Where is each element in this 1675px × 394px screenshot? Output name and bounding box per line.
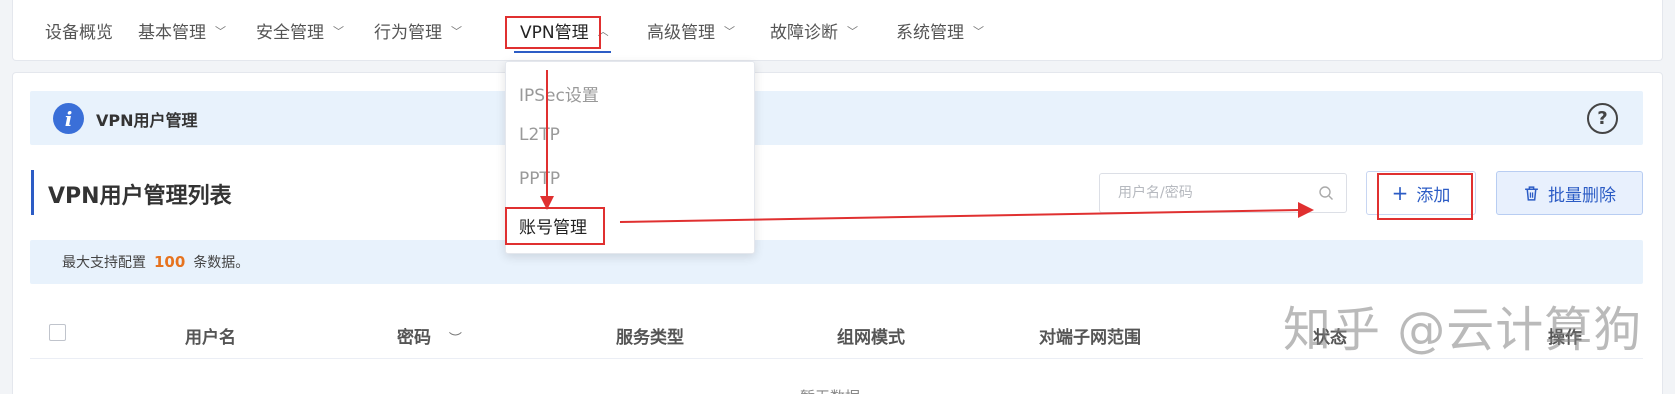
- arrow-right-head: [1298, 202, 1314, 218]
- arrow-right-line: [619, 209, 1301, 223]
- arrow-down-head: [540, 196, 554, 210]
- watermark: 知乎 @云计算狗: [1283, 302, 1643, 358]
